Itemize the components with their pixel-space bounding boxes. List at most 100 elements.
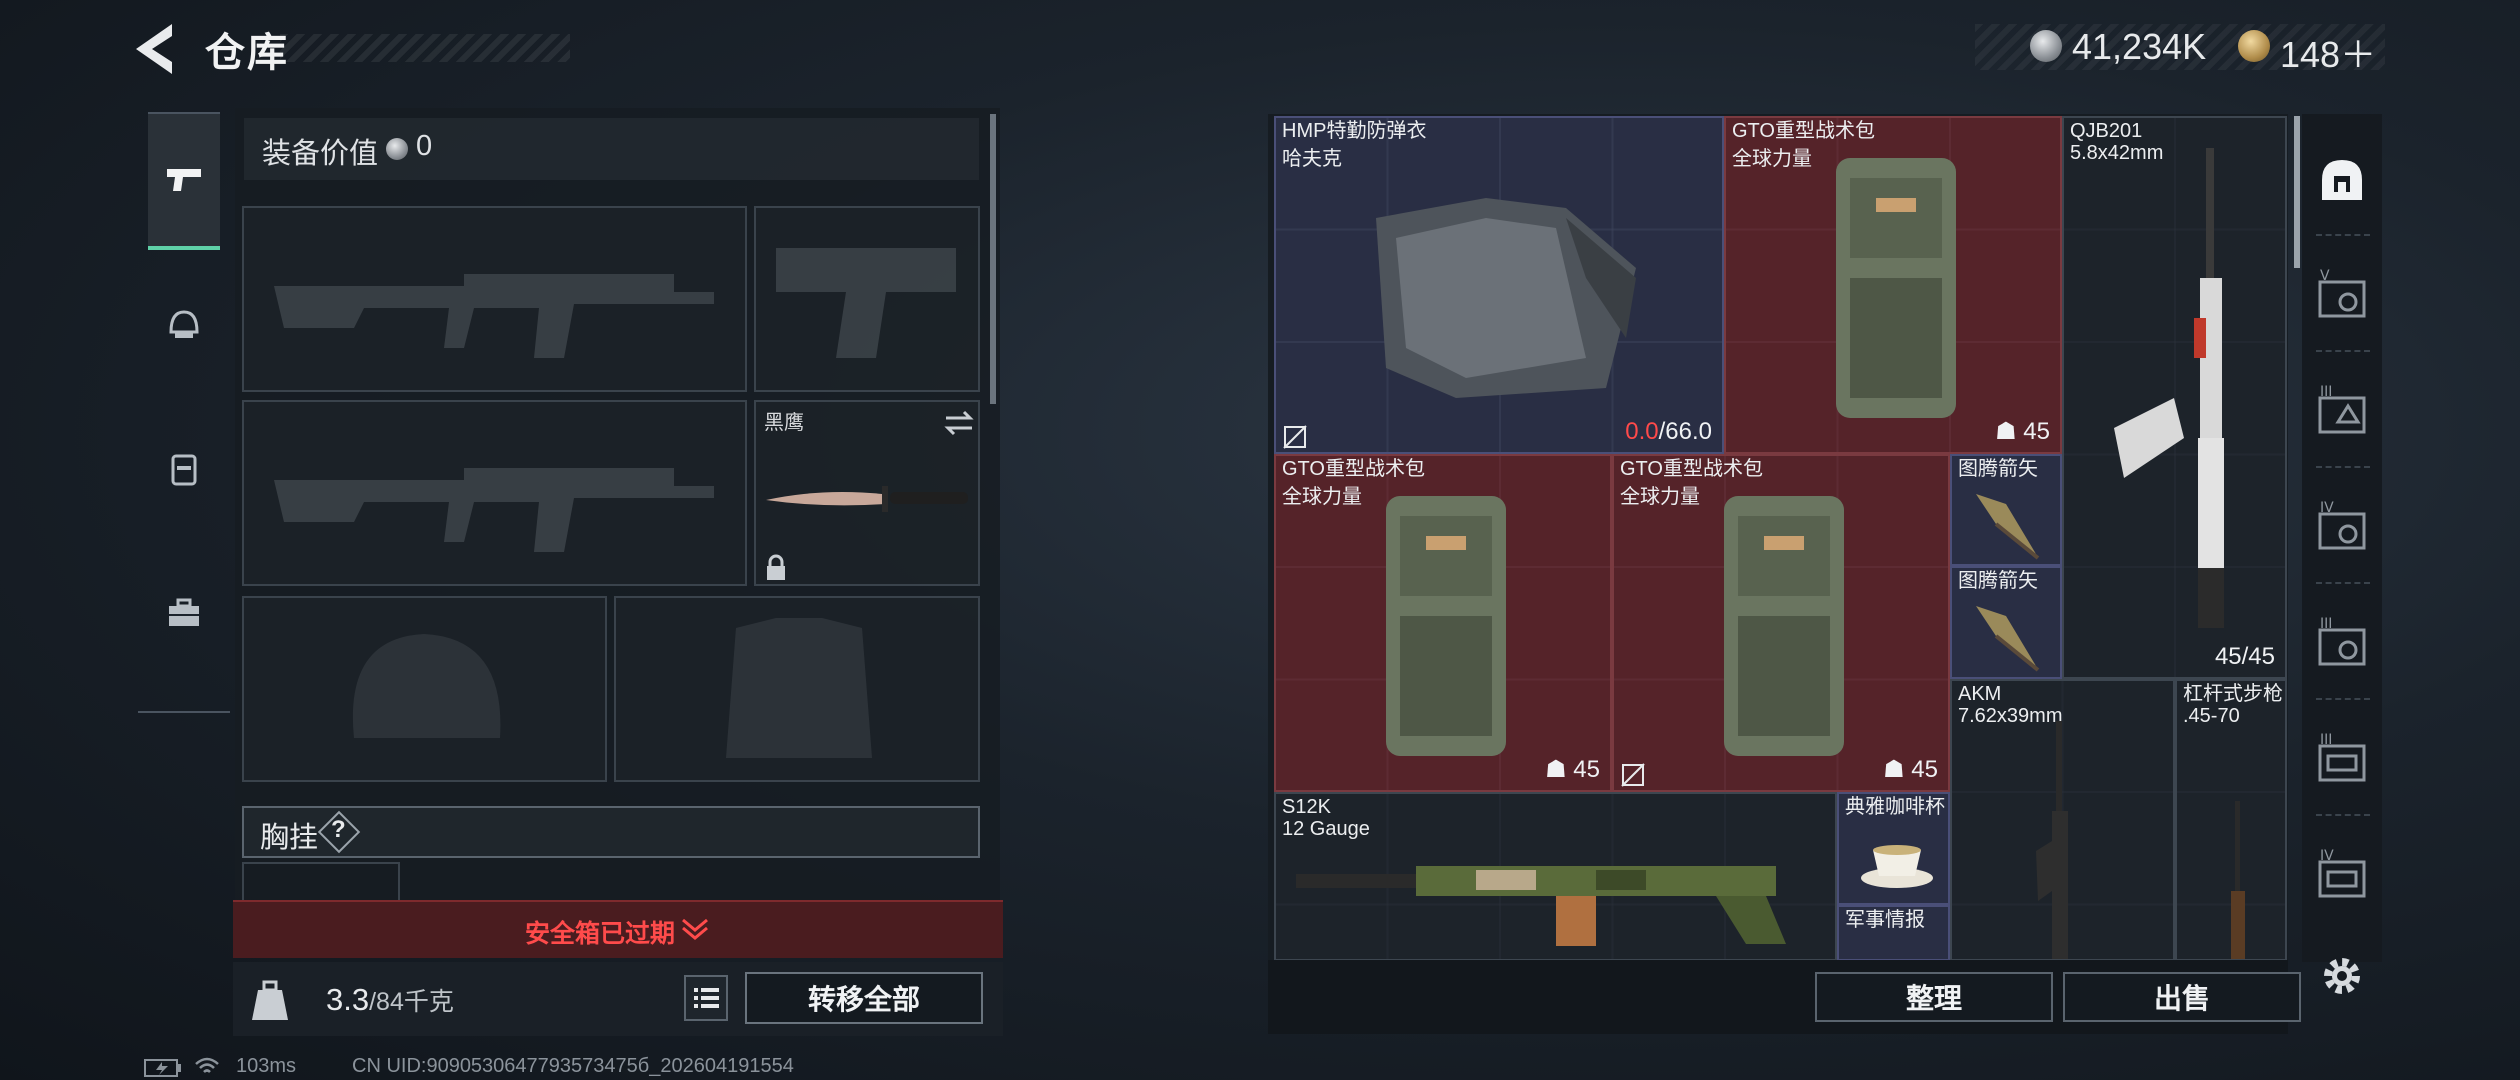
user-id: CN UID:9090530647793573475б_202604191554 [352,1055,794,1077]
knife-icon [766,486,968,512]
safe-box-status: 安全箱已过期 [525,920,676,948]
back-button[interactable] [132,22,178,76]
coin-icon [386,138,408,160]
toolbox-icon [169,598,199,626]
tab-stash-6[interactable]: IV [2314,848,2370,904]
primary-weapon-slot[interactable] [242,206,747,392]
vest-icon [1376,198,1636,398]
shotgun-icon [1296,866,1786,946]
stash-tabs-rail: V III IV III III IV [2302,114,2382,962]
pistol-silhouette-icon [776,248,956,358]
stash-page-icon: IV [2318,848,2366,898]
tab-stash-3[interactable]: IV [2314,500,2370,556]
tab-stash-2[interactable]: III [2314,384,2370,440]
stash-home-icon [2322,160,2362,200]
sell-button[interactable]: 出售 [2063,972,2301,1022]
chevron-down-icon[interactable] [680,914,710,942]
item-brand: 哈夫克 [1282,148,1342,170]
stash-item-arrow[interactable]: 图腾箭矢 [1950,566,2062,679]
pistol-slot[interactable] [754,206,980,392]
help-icon[interactable]: ? [331,816,346,844]
rifle-icon [2114,148,2224,628]
tab-stash-4[interactable]: III [2314,616,2370,672]
stash-item-backpack[interactable]: GTO重型战术包 全球力量 ☗ 45 [1724,116,2062,454]
stash-item-backpack[interactable]: GTO重型战术包 全球力量 ☗ 45 [1274,454,1612,792]
stash-item-arrow[interactable]: 图腾箭矢 [1950,454,2062,566]
arrow-head-icon [1976,494,2040,560]
chest-rig-slot[interactable] [242,862,400,902]
stash-item-rifle-akm[interactable]: AKM 7.62x39mm [1950,679,2175,961]
rifle-silhouette-icon [274,468,714,552]
svg-text:IV: IV [2320,848,2334,864]
chest-rig-label: 胸挂 [260,822,319,854]
gold-amount[interactable]: 148＋ [2280,26,2376,78]
equipment-value: 0 [416,130,433,162]
stash-item-shotgun-s12k[interactable]: S12K 12 Gauge [1274,792,1837,961]
armor-silhouette-icon [726,618,872,758]
svg-text:III: III [2320,616,2332,632]
teacup-icon [1861,845,1933,888]
stash-page-icon: IV [2318,500,2366,550]
tab-stash-5[interactable]: III [2314,732,2370,788]
arrow-head-icon [1976,606,2040,672]
gold-coin-icon[interactable] [2238,30,2270,62]
pistol-icon [167,169,201,191]
equipment-value-label: 装备价值 [262,138,379,170]
stash-scrollbar[interactable] [2294,116,2300,268]
tab-helmet[interactable] [148,256,220,394]
stash-item-lever-rifle[interactable]: 杠杆式步枪 .45-70 [2175,679,2287,961]
sort-button[interactable]: 整理 [1815,972,2053,1022]
item-count: ☗ 45 [1883,756,1938,783]
svg-text:III: III [2320,732,2332,748]
secondary-weapon-slot[interactable] [242,400,747,586]
stash-item-intel[interactable]: 军事情报 [1837,905,1950,961]
stash-item-armor[interactable]: HMP特勤防弹衣 哈夫克 0.0/66.0 [1274,116,1724,454]
equipment-scrollbar[interactable] [990,114,996,404]
tab-weapons[interactable] [148,112,220,250]
svg-text:V: V [2320,268,2330,284]
item-durability: 0.0/66.0 [1625,418,1712,445]
item-name: 典雅咖啡杯 [1845,796,1945,818]
item-brand: 全球力量 [1732,148,1812,170]
item-name: HMP特勤防弹衣 [1282,120,1427,142]
armor-slot[interactable] [614,596,980,782]
stash-item-rifle-qjb201[interactable]: QJB201 5.8x42mm 45/45 [2062,116,2287,679]
helmet-slot[interactable] [242,596,607,782]
item-brand: 全球力量 [1282,486,1362,508]
tab-stash-main[interactable] [2314,152,2370,208]
tactical-backpack-icon [1836,158,1956,418]
tab-tools[interactable] [148,544,220,682]
melee-name: 黑鹰 [764,412,804,434]
melee-slot[interactable]: 黑鹰 [754,400,980,586]
stash-page-icon: III [2318,384,2366,434]
item-name: 杠杆式步枪 [2183,683,2283,705]
rifle-icon [2231,801,2245,959]
stash-item-coffee-cup[interactable]: 典雅咖啡杯 [1837,792,1950,905]
item-name: 军事情报 [1845,909,1925,931]
item-name: 图腾箭矢 [1958,458,2038,480]
tab-stash-1[interactable]: V [2314,268,2370,324]
silver-amount: 41,234K [2072,26,2207,67]
stash-page-icon: III [2318,616,2366,666]
rifle-silhouette-icon [274,274,714,358]
item-name: AKM [1958,683,2002,705]
item-brand: 全球力量 [1620,486,1700,508]
wifi-icon [195,1057,219,1073]
tactical-backpack-icon [1724,496,1844,756]
stash-item-backpack[interactable]: GTO重型战术包 全球力量 ☗ 45 [1612,454,1950,792]
no-repair-icon [1283,425,1307,449]
page-title: 仓库 [205,31,289,75]
list-view-button[interactable] [684,975,728,1021]
rifle-icon [2036,721,2068,959]
backpack-icon [171,454,197,486]
stash-page-icon: V [2318,268,2366,318]
settings-gear-icon[interactable] [2318,952,2366,1000]
swap-icon[interactable] [942,408,976,438]
helmet-silhouette-icon [352,634,501,738]
tab-backpack[interactable] [148,400,220,538]
item-name: S12K [1282,796,1331,818]
silver-coin-icon [2030,30,2062,62]
title-decoration [280,34,570,62]
move-all-button[interactable]: 转移全部 [745,972,983,1024]
weight-icon [252,980,288,1020]
